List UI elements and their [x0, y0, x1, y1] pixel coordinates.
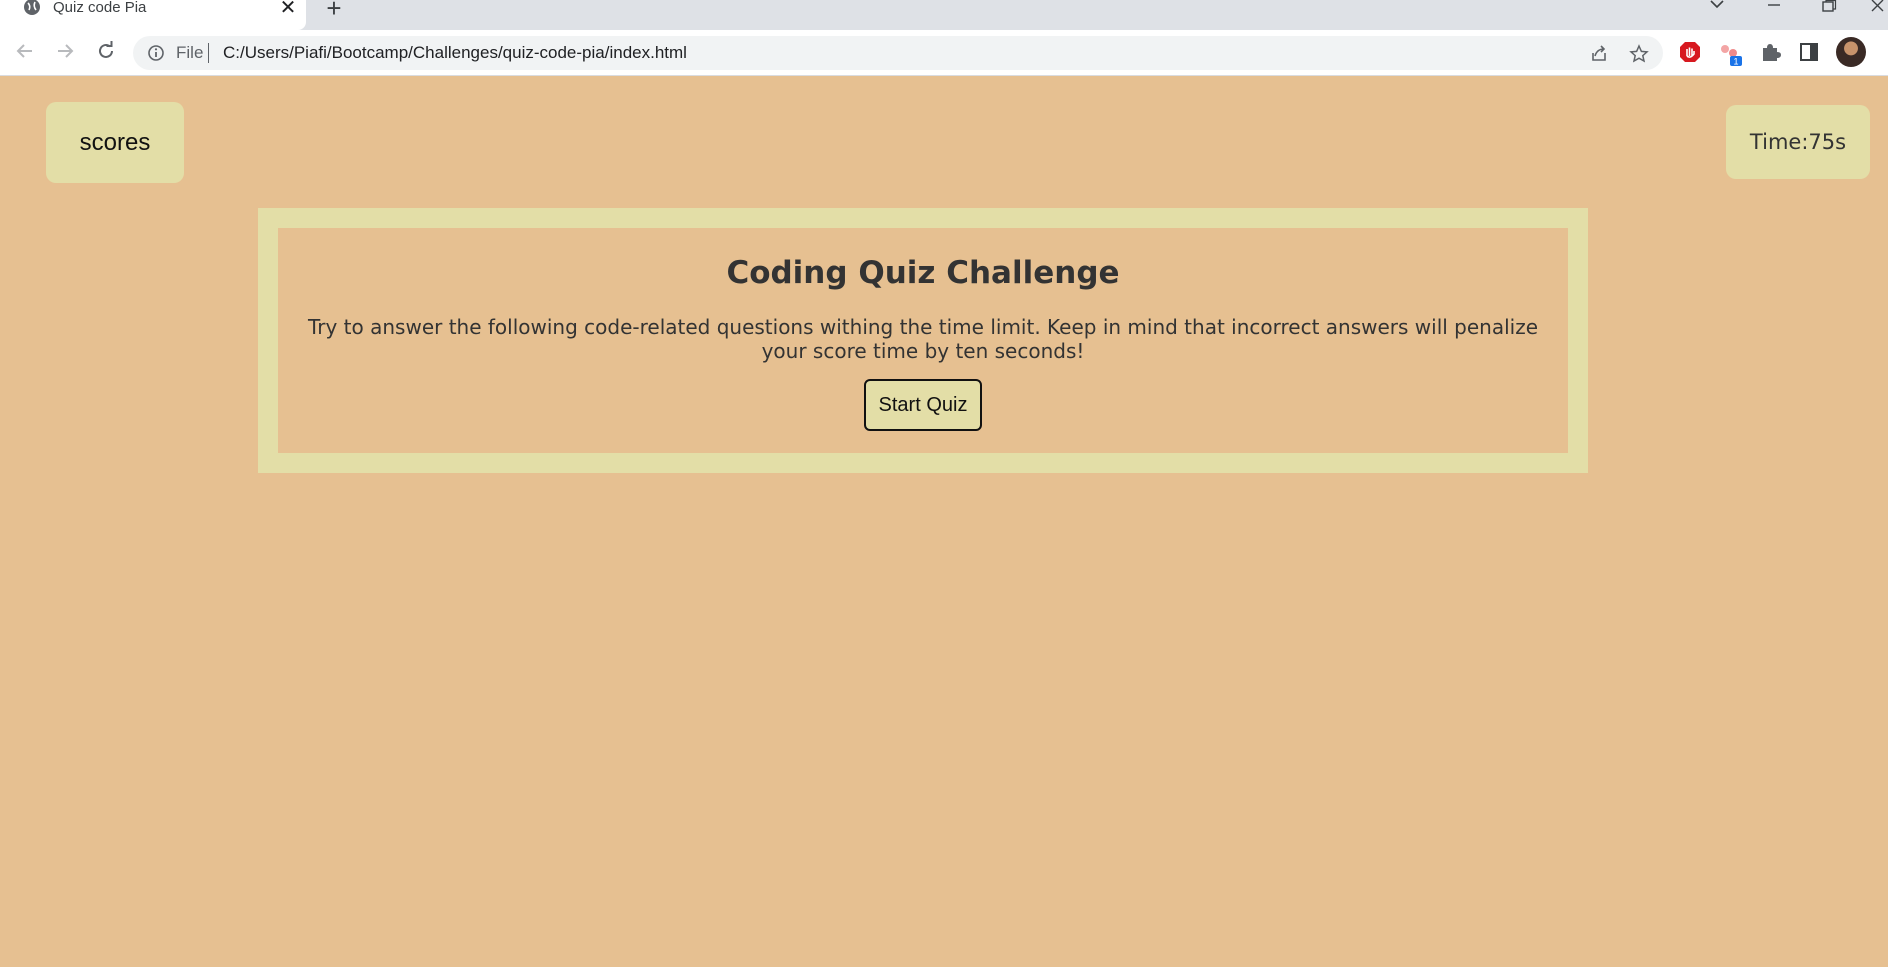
back-icon[interactable]: [12, 40, 38, 66]
tab-title: Quiz code Pia: [53, 0, 147, 16]
quiz-description: Try to answer the following code-related…: [307, 315, 1539, 363]
extensions-puzzle-icon[interactable]: [1758, 40, 1782, 64]
scores-button[interactable]: scores: [46, 102, 184, 183]
new-tab-button[interactable]: +: [323, 0, 345, 21]
start-quiz-button[interactable]: Start Quiz: [864, 379, 982, 431]
profile-avatar[interactable]: [1836, 37, 1866, 67]
extension-badge-count: 1: [1733, 57, 1738, 67]
address-bar[interactable]: File C:/Users/Piafi/Bootcamp/Challenges/…: [133, 36, 1663, 70]
page-content: scores Time:75s Coding Quiz Challenge Tr…: [0, 77, 1888, 967]
tab-strip: Quiz code Pia ✕ +: [0, 0, 1888, 30]
minimize-icon[interactable]: [1764, 0, 1784, 14]
close-window-icon[interactable]: [1868, 0, 1886, 14]
quiz-card-body: Coding Quiz Challenge Try to answer the …: [278, 228, 1568, 453]
timer-display: Time:75s: [1726, 105, 1870, 179]
adblock-extension-icon[interactable]: [1678, 40, 1702, 64]
address-divider: [208, 43, 209, 63]
globe-icon: [23, 0, 41, 18]
browser-toolbar: File C:/Users/Piafi/Bootcamp/Challenges/…: [0, 30, 1888, 76]
forward-icon[interactable]: [52, 40, 78, 66]
restore-icon[interactable]: [1819, 0, 1839, 14]
close-icon[interactable]: ✕: [279, 0, 297, 18]
extension-badge-icon[interactable]: 1: [1718, 40, 1742, 67]
address-scheme: File: [176, 43, 204, 62]
side-panel-icon[interactable]: [1797, 40, 1821, 64]
share-icon[interactable]: [1589, 44, 1609, 64]
quiz-title: Coding Quiz Challenge: [726, 255, 1120, 291]
address-url[interactable]: C:/Users/Piafi/Bootcamp/Challenges/quiz-…: [223, 44, 687, 62]
browser-tab[interactable]: Quiz code Pia ✕: [0, 0, 306, 30]
quiz-card: Coding Quiz Challenge Try to answer the …: [258, 208, 1588, 473]
tab-search-icon[interactable]: [1707, 0, 1727, 14]
reload-icon[interactable]: [93, 40, 119, 66]
bookmark-star-icon[interactable]: [1629, 44, 1649, 64]
info-icon[interactable]: [147, 44, 165, 62]
